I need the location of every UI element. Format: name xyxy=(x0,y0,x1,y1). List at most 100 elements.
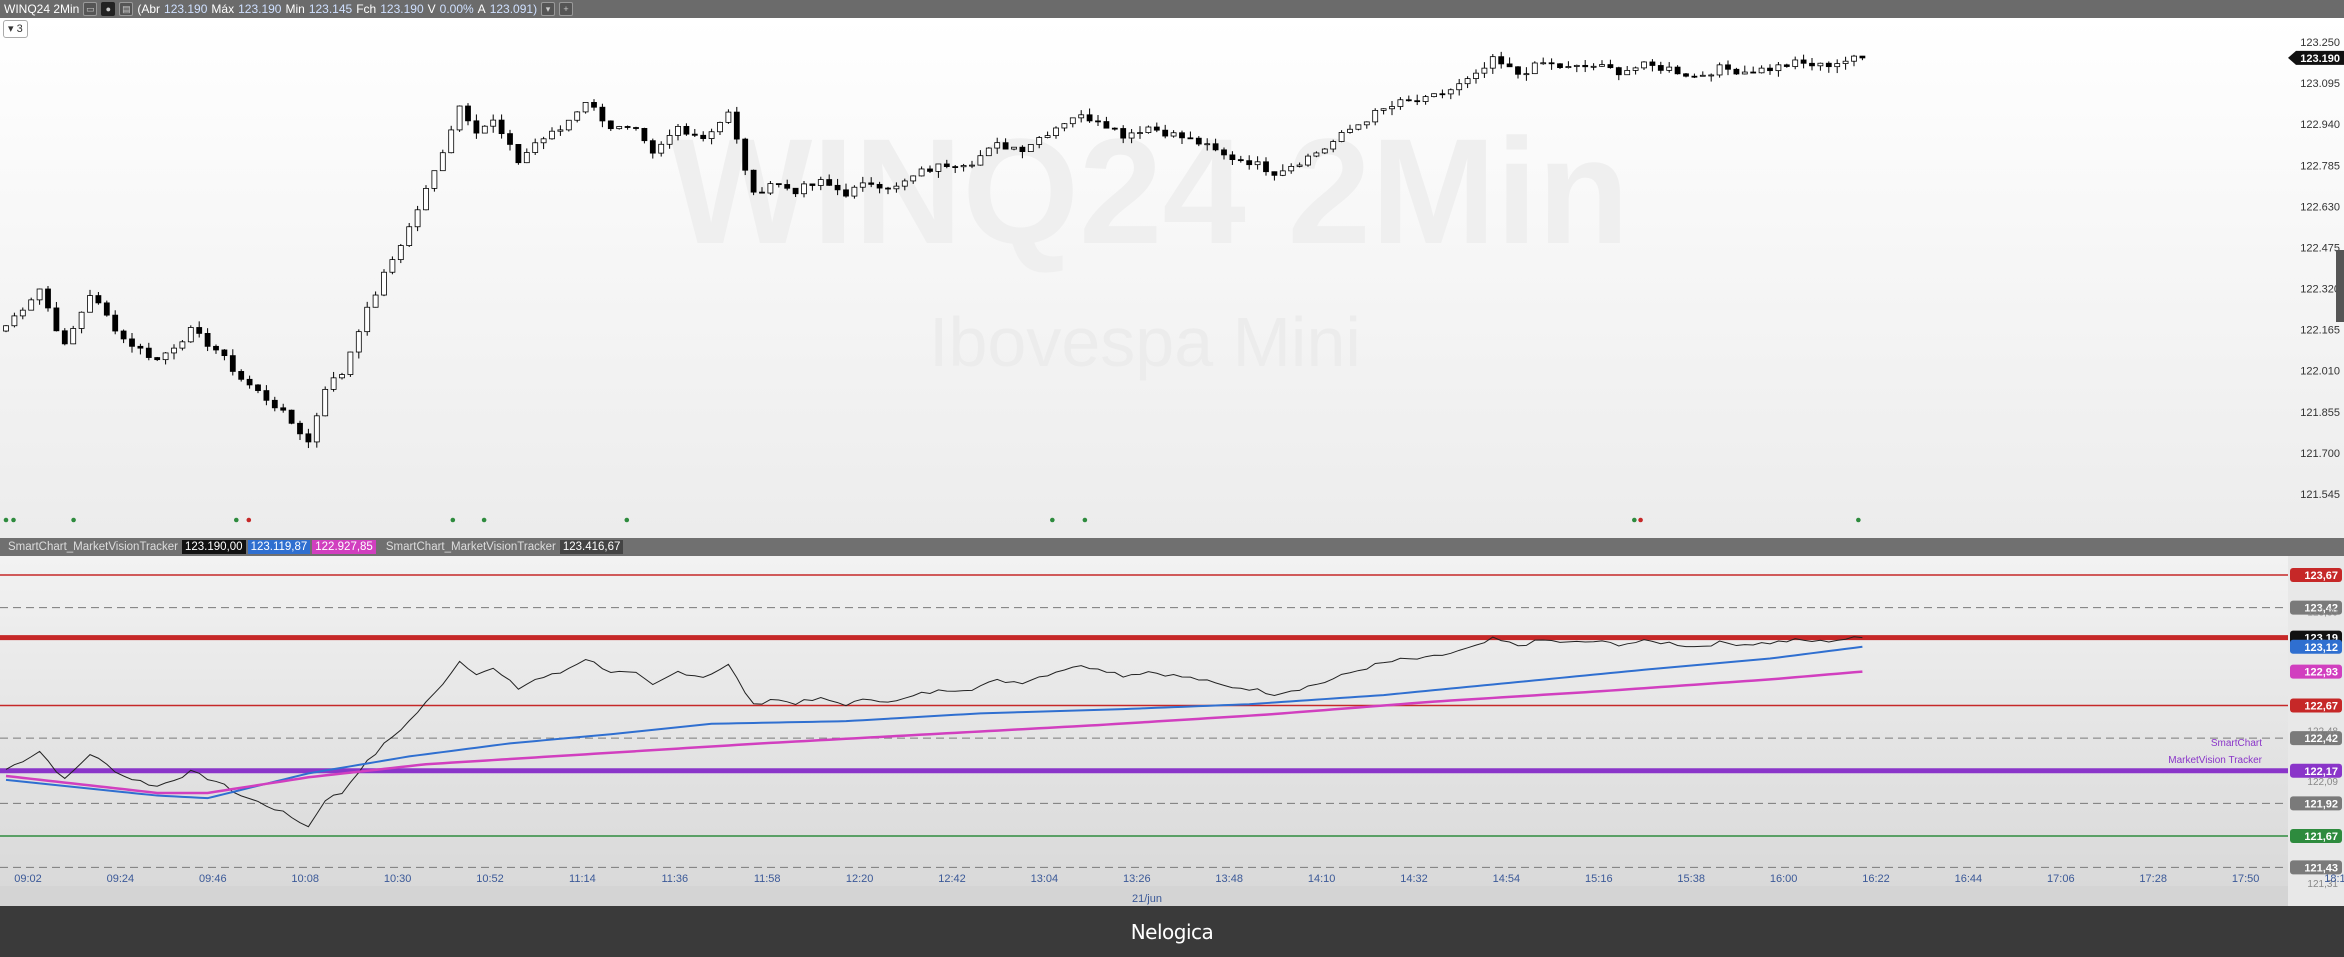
candle-body xyxy=(1313,152,1320,157)
candle-body xyxy=(271,399,278,409)
minor-level-label: 122,48 xyxy=(2307,726,2338,737)
buy-signal-dot xyxy=(1050,517,1055,523)
level-label: 122,93 xyxy=(2304,667,2338,679)
candle-body xyxy=(532,142,539,153)
candle-body xyxy=(691,133,698,136)
candle-body xyxy=(1825,62,1832,68)
nelogica-logo: Nelogica xyxy=(1130,919,1214,944)
candle-body xyxy=(456,105,463,131)
chart-icon[interactable]: ▤ xyxy=(119,2,134,16)
candle-body xyxy=(977,155,984,166)
candle-body xyxy=(389,259,396,273)
candle-body xyxy=(1851,55,1857,62)
candle-body xyxy=(1162,129,1169,137)
variation-label: V xyxy=(427,2,436,16)
candle-body xyxy=(1775,64,1782,72)
candle-body xyxy=(1128,132,1135,139)
dropdown-icon[interactable]: ▾ xyxy=(541,2,556,16)
candle-body xyxy=(574,111,581,121)
candle-body xyxy=(1750,71,1757,74)
candle-body xyxy=(1095,120,1101,123)
candle-body xyxy=(1792,59,1799,67)
candle-body xyxy=(1179,132,1185,139)
candle-body xyxy=(1615,67,1622,76)
candle-body xyxy=(1237,159,1244,162)
candle-body xyxy=(1431,93,1437,98)
candle-body xyxy=(196,327,203,334)
tab-selector[interactable]: ▾ 3 xyxy=(3,20,28,38)
candle-body xyxy=(1439,93,1446,96)
candle-body xyxy=(137,345,144,349)
candle-body xyxy=(1221,149,1227,156)
chart-area[interactable]: WINQ24 2Min Ibovespa Mini 123.250123.095… xyxy=(0,18,2344,906)
candle-body xyxy=(1506,63,1513,68)
time-tick-label: 15:38 xyxy=(1677,873,1705,885)
time-tick-label: 15:16 xyxy=(1585,873,1613,885)
candle-body xyxy=(1674,66,1681,75)
candle-body xyxy=(1296,164,1303,167)
candle-body xyxy=(255,384,261,391)
time-tick-label: 17:50 xyxy=(2232,873,2260,885)
candle-body xyxy=(439,152,446,172)
time-tick-label: 11:36 xyxy=(661,873,688,885)
candle-body xyxy=(1422,96,1429,102)
candle-body xyxy=(1363,121,1370,126)
candle-body xyxy=(1372,110,1379,123)
current-price-label: 123.190 xyxy=(2300,53,2340,65)
candle-body xyxy=(1111,127,1118,130)
candle-body xyxy=(11,315,18,327)
candle-body xyxy=(372,294,379,308)
indicator-value-4: 123.416,67 xyxy=(559,540,624,554)
candle-body xyxy=(742,138,749,171)
close-icon[interactable]: ● xyxy=(101,2,116,16)
high-value: 123.190 xyxy=(238,2,282,16)
time-tick-label: 09:24 xyxy=(107,873,135,885)
candle-body xyxy=(557,129,564,132)
candle-body xyxy=(423,187,429,211)
close-value: 123.190 xyxy=(380,2,424,16)
candle-body xyxy=(725,111,732,123)
candle-body xyxy=(868,182,875,185)
candle-body xyxy=(834,184,841,191)
candle-body xyxy=(1498,56,1505,65)
candle-body xyxy=(1699,74,1706,77)
candle-body xyxy=(1515,66,1521,75)
candle-body xyxy=(1061,123,1068,129)
time-tick-label: 17:28 xyxy=(2139,873,2167,885)
time-tick-label: 18:12 xyxy=(2324,873,2344,885)
collapse-handle[interactable] xyxy=(2336,250,2344,322)
buy-signal-dot xyxy=(1082,517,1088,523)
candle-body xyxy=(145,347,152,358)
date-label: 21/jun xyxy=(1132,893,1162,905)
candle-body xyxy=(1842,60,1849,64)
candle-body xyxy=(397,245,404,261)
candle-body xyxy=(1145,126,1152,133)
level-label: 121,67 xyxy=(2304,831,2338,843)
candle-body xyxy=(28,299,35,311)
candle-body xyxy=(675,125,681,136)
candle-body xyxy=(792,187,799,195)
price-tick-label: 122.320 xyxy=(2300,284,2340,296)
flag-icon[interactable]: ▭ xyxy=(83,2,98,16)
candle-body xyxy=(1599,64,1605,67)
candle-body xyxy=(78,311,85,329)
sell-signal-dot xyxy=(1638,517,1643,523)
candle-body xyxy=(1582,64,1589,68)
candle-body xyxy=(406,226,413,246)
price-tick-label: 121.700 xyxy=(2300,448,2340,460)
candle-body xyxy=(154,357,161,361)
time-tick-label: 11:14 xyxy=(569,873,596,885)
average-value: 123.091) xyxy=(489,2,538,16)
candle-body xyxy=(1246,160,1253,166)
candle-body xyxy=(817,179,824,186)
candle-body xyxy=(129,338,135,347)
time-tick-label: 12:42 xyxy=(938,873,966,885)
symbol-toolbar: WINQ24 2Min ▭ ● ▤ (Abr 123.190 Máx 123.190… xyxy=(0,0,2344,18)
candle-body xyxy=(1187,137,1194,140)
candle-body xyxy=(19,309,26,317)
candle-body xyxy=(238,371,245,380)
candle-body xyxy=(1254,161,1261,166)
add-icon[interactable]: + xyxy=(559,2,574,16)
candle-body xyxy=(1767,67,1773,72)
candle-body xyxy=(1086,114,1093,122)
